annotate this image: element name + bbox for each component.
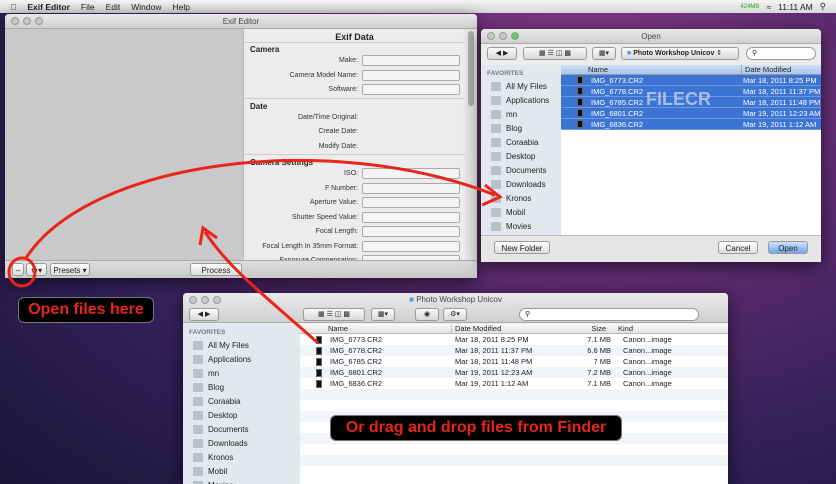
annotation-arrows	[7, 159, 503, 345]
arrow-open-dialog	[24, 159, 496, 259]
annotation-open-here: Open files here	[18, 297, 154, 323]
arrow-drag-drop	[203, 231, 320, 345]
highlight-circle	[7, 256, 37, 288]
annotation-drag-drop: Or drag and drop files from Finder	[330, 415, 622, 441]
